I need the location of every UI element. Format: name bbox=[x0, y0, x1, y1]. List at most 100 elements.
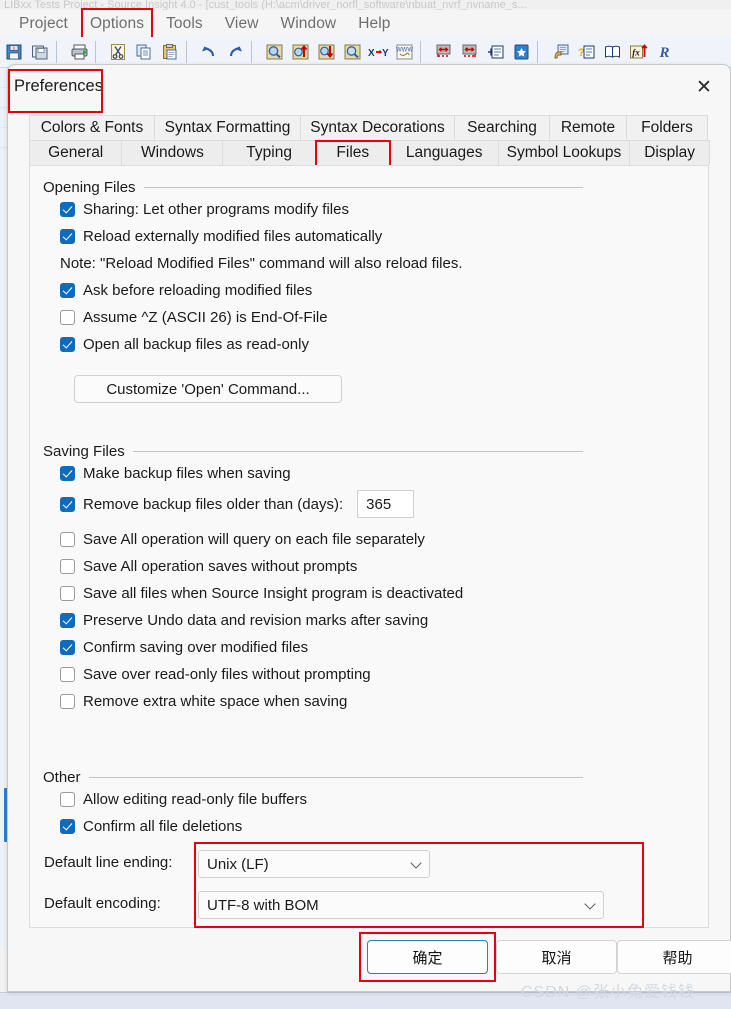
checkbox-row-save-all-query[interactable]: Save All operation will query on each fi… bbox=[43, 526, 583, 553]
checkbox-row-remove-backup-older[interactable]: Remove backup files older than (days): 3… bbox=[43, 487, 583, 521]
default-encoding-select[interactable]: UTF-8 with BOM bbox=[198, 891, 604, 919]
tab-colors-and-fonts[interactable]: Colors & Fonts bbox=[29, 115, 155, 140]
checkbox-row-sharing[interactable]: Sharing: Let other programs modify files bbox=[43, 196, 583, 223]
function-icon[interactable]: fx bbox=[626, 39, 650, 65]
default-line-ending-select[interactable]: Unix (LF) bbox=[198, 850, 430, 878]
jump-back-icon[interactable] bbox=[431, 39, 455, 65]
tab-symbol-lookups[interactable]: Symbol Lookups bbox=[497, 140, 631, 165]
checkbox-row-save-on-deactivate[interactable]: Save all files when Source Insight progr… bbox=[43, 580, 583, 607]
replace-icon[interactable]: XY bbox=[366, 39, 390, 65]
checkbox-row-preserve-undo[interactable]: Preserve Undo data and revision marks af… bbox=[43, 607, 583, 634]
tab-files[interactable]: Files bbox=[314, 140, 391, 174]
browse-web-icon[interactable]: WWW bbox=[392, 39, 416, 65]
menu-item-project[interactable]: Project bbox=[8, 13, 79, 35]
tab-windows[interactable]: Windows bbox=[121, 140, 224, 165]
search-icon[interactable] bbox=[262, 39, 286, 65]
search-backward-icon[interactable] bbox=[288, 39, 312, 65]
backup-age-days-input[interactable]: 365 bbox=[357, 490, 415, 518]
jump-forward-icon[interactable] bbox=[457, 39, 481, 65]
default-encoding-label: Default encoding: bbox=[44, 895, 161, 912]
checkbox-label: Save all files when Source Insight progr… bbox=[83, 585, 464, 602]
menu-item-options[interactable]: Options bbox=[79, 7, 155, 41]
svg-text:fx: fx bbox=[632, 48, 640, 58]
tab-languages[interactable]: Languages bbox=[389, 140, 499, 165]
redo-icon[interactable] bbox=[223, 39, 247, 65]
checkbox-row-save-all-no-prompt[interactable]: Save All operation saves without prompts bbox=[43, 553, 583, 580]
relation-window-icon[interactable]: R bbox=[652, 39, 676, 65]
checkbox-row-save-over-readonly[interactable]: Save over read-only files without prompt… bbox=[43, 661, 583, 688]
tab-typing[interactable]: Typing bbox=[222, 140, 316, 165]
tab-searching[interactable]: Searching bbox=[454, 115, 550, 140]
save-icon[interactable]: I bbox=[2, 39, 26, 65]
menu-item-tools[interactable]: Tools bbox=[155, 13, 214, 35]
tab-syntax-formatting[interactable]: Syntax Formatting bbox=[154, 115, 301, 140]
checkbox-save-all-query[interactable] bbox=[60, 532, 75, 547]
checkbox-remove-backup-older[interactable] bbox=[60, 496, 75, 512]
ok-button[interactable]: 确定 bbox=[367, 940, 488, 974]
save-all-icon[interactable] bbox=[28, 39, 52, 65]
chevron-down-icon bbox=[584, 898, 596, 910]
tab-general[interactable]: General bbox=[29, 140, 123, 165]
toolbar-separator bbox=[537, 41, 544, 63]
checkbox-row-make-backup[interactable]: Make backup files when saving bbox=[43, 460, 583, 487]
bookmark-icon[interactable] bbox=[509, 39, 533, 65]
paste-icon[interactable] bbox=[158, 39, 182, 65]
group-header-saving-files: Saving Files bbox=[43, 442, 583, 460]
checkbox-sharing[interactable] bbox=[60, 202, 75, 217]
search-files-icon[interactable] bbox=[340, 39, 364, 65]
print-icon[interactable] bbox=[67, 39, 91, 65]
tab-remote[interactable]: Remote bbox=[549, 115, 627, 140]
reference-icon[interactable] bbox=[600, 39, 624, 65]
cut-icon[interactable] bbox=[106, 39, 130, 65]
tab-display[interactable]: Display bbox=[629, 140, 711, 165]
select-value: Unix (LF) bbox=[207, 855, 269, 873]
group-saving-files: Saving Files Make backup files when savi… bbox=[43, 442, 583, 715]
tab-syntax-decorations[interactable]: Syntax Decorations bbox=[300, 115, 455, 140]
menu-item-view[interactable]: View bbox=[214, 13, 270, 35]
checkbox-save-all-no-prompt[interactable] bbox=[60, 559, 75, 574]
toolbar-separator bbox=[420, 41, 427, 63]
checkbox-row-reload-externally[interactable]: Reload externally modified files automat… bbox=[43, 223, 583, 250]
checkbox-row-confirm-saving-over[interactable]: Confirm saving over modified files bbox=[43, 634, 583, 661]
checkbox-ask-before-reloading[interactable] bbox=[60, 283, 75, 298]
checkbox-row-ask-before-reloading[interactable]: Ask before reloading modified files bbox=[43, 277, 583, 304]
checkbox-label: Reload externally modified files automat… bbox=[83, 228, 383, 245]
tab-row-upper: Colors & Fonts Syntax Formatting Syntax … bbox=[29, 115, 709, 140]
checkbox-row-allow-editing-readonly[interactable]: Allow editing read-only file buffers bbox=[43, 786, 583, 813]
cancel-button[interactable]: 取消 bbox=[496, 940, 617, 974]
checkbox-row-open-backup-readonly[interactable]: Open all backup files as read-only bbox=[43, 331, 583, 358]
menu-item-help[interactable]: Help bbox=[347, 13, 401, 35]
checkbox-assume-ctrlz-eof[interactable] bbox=[60, 310, 75, 325]
checkbox-remove-extra-whitespace[interactable] bbox=[60, 694, 75, 709]
checkbox-save-over-readonly[interactable] bbox=[60, 667, 75, 682]
files-tab-panel: Opening Files Sharing: Let other program… bbox=[29, 165, 709, 928]
context-window-icon[interactable] bbox=[548, 39, 572, 65]
tab-label: Colors & Fonts bbox=[40, 119, 144, 136]
checkbox-label: Preserve Undo data and revision marks af… bbox=[83, 612, 429, 629]
checkbox-row-assume-ctrlz-eof[interactable]: Assume ^Z (ASCII 26) is End-Of-File bbox=[43, 304, 583, 331]
tab-label: Typing bbox=[246, 144, 292, 161]
help-button[interactable]: 帮助 bbox=[617, 940, 731, 974]
checkbox-allow-editing-readonly[interactable] bbox=[60, 792, 75, 807]
checkbox-reload-externally[interactable] bbox=[60, 229, 75, 244]
symbol-window-icon[interactable] bbox=[483, 39, 507, 65]
checkbox-save-on-deactivate[interactable] bbox=[60, 586, 75, 601]
help-symbol-icon[interactable]: ? bbox=[574, 39, 598, 65]
checkbox-label: Assume ^Z (ASCII 26) is End-Of-File bbox=[83, 309, 328, 326]
checkbox-open-backup-readonly[interactable] bbox=[60, 337, 75, 352]
undo-icon[interactable] bbox=[197, 39, 221, 65]
tab-folders[interactable]: Folders bbox=[626, 115, 708, 140]
tab-label: Display bbox=[644, 144, 696, 161]
menu-item-window[interactable]: Window bbox=[269, 13, 347, 35]
checkbox-row-confirm-file-deletions[interactable]: Confirm all file deletions bbox=[43, 813, 583, 840]
checkbox-row-remove-extra-whitespace[interactable]: Remove extra white space when saving bbox=[43, 688, 583, 715]
search-forward-icon[interactable] bbox=[314, 39, 338, 65]
customize-open-command-button[interactable]: Customize 'Open' Command... bbox=[74, 375, 342, 403]
checkbox-make-backup[interactable] bbox=[60, 466, 75, 481]
copy-icon[interactable] bbox=[132, 39, 156, 65]
close-icon[interactable]: ✕ bbox=[688, 73, 720, 101]
dialog-titlebar: Preferences ✕ bbox=[8, 65, 730, 113]
checkbox-preserve-undo[interactable] bbox=[60, 613, 75, 628]
checkbox-confirm-saving-over[interactable] bbox=[60, 640, 75, 655]
checkbox-confirm-file-deletions[interactable] bbox=[60, 819, 75, 834]
